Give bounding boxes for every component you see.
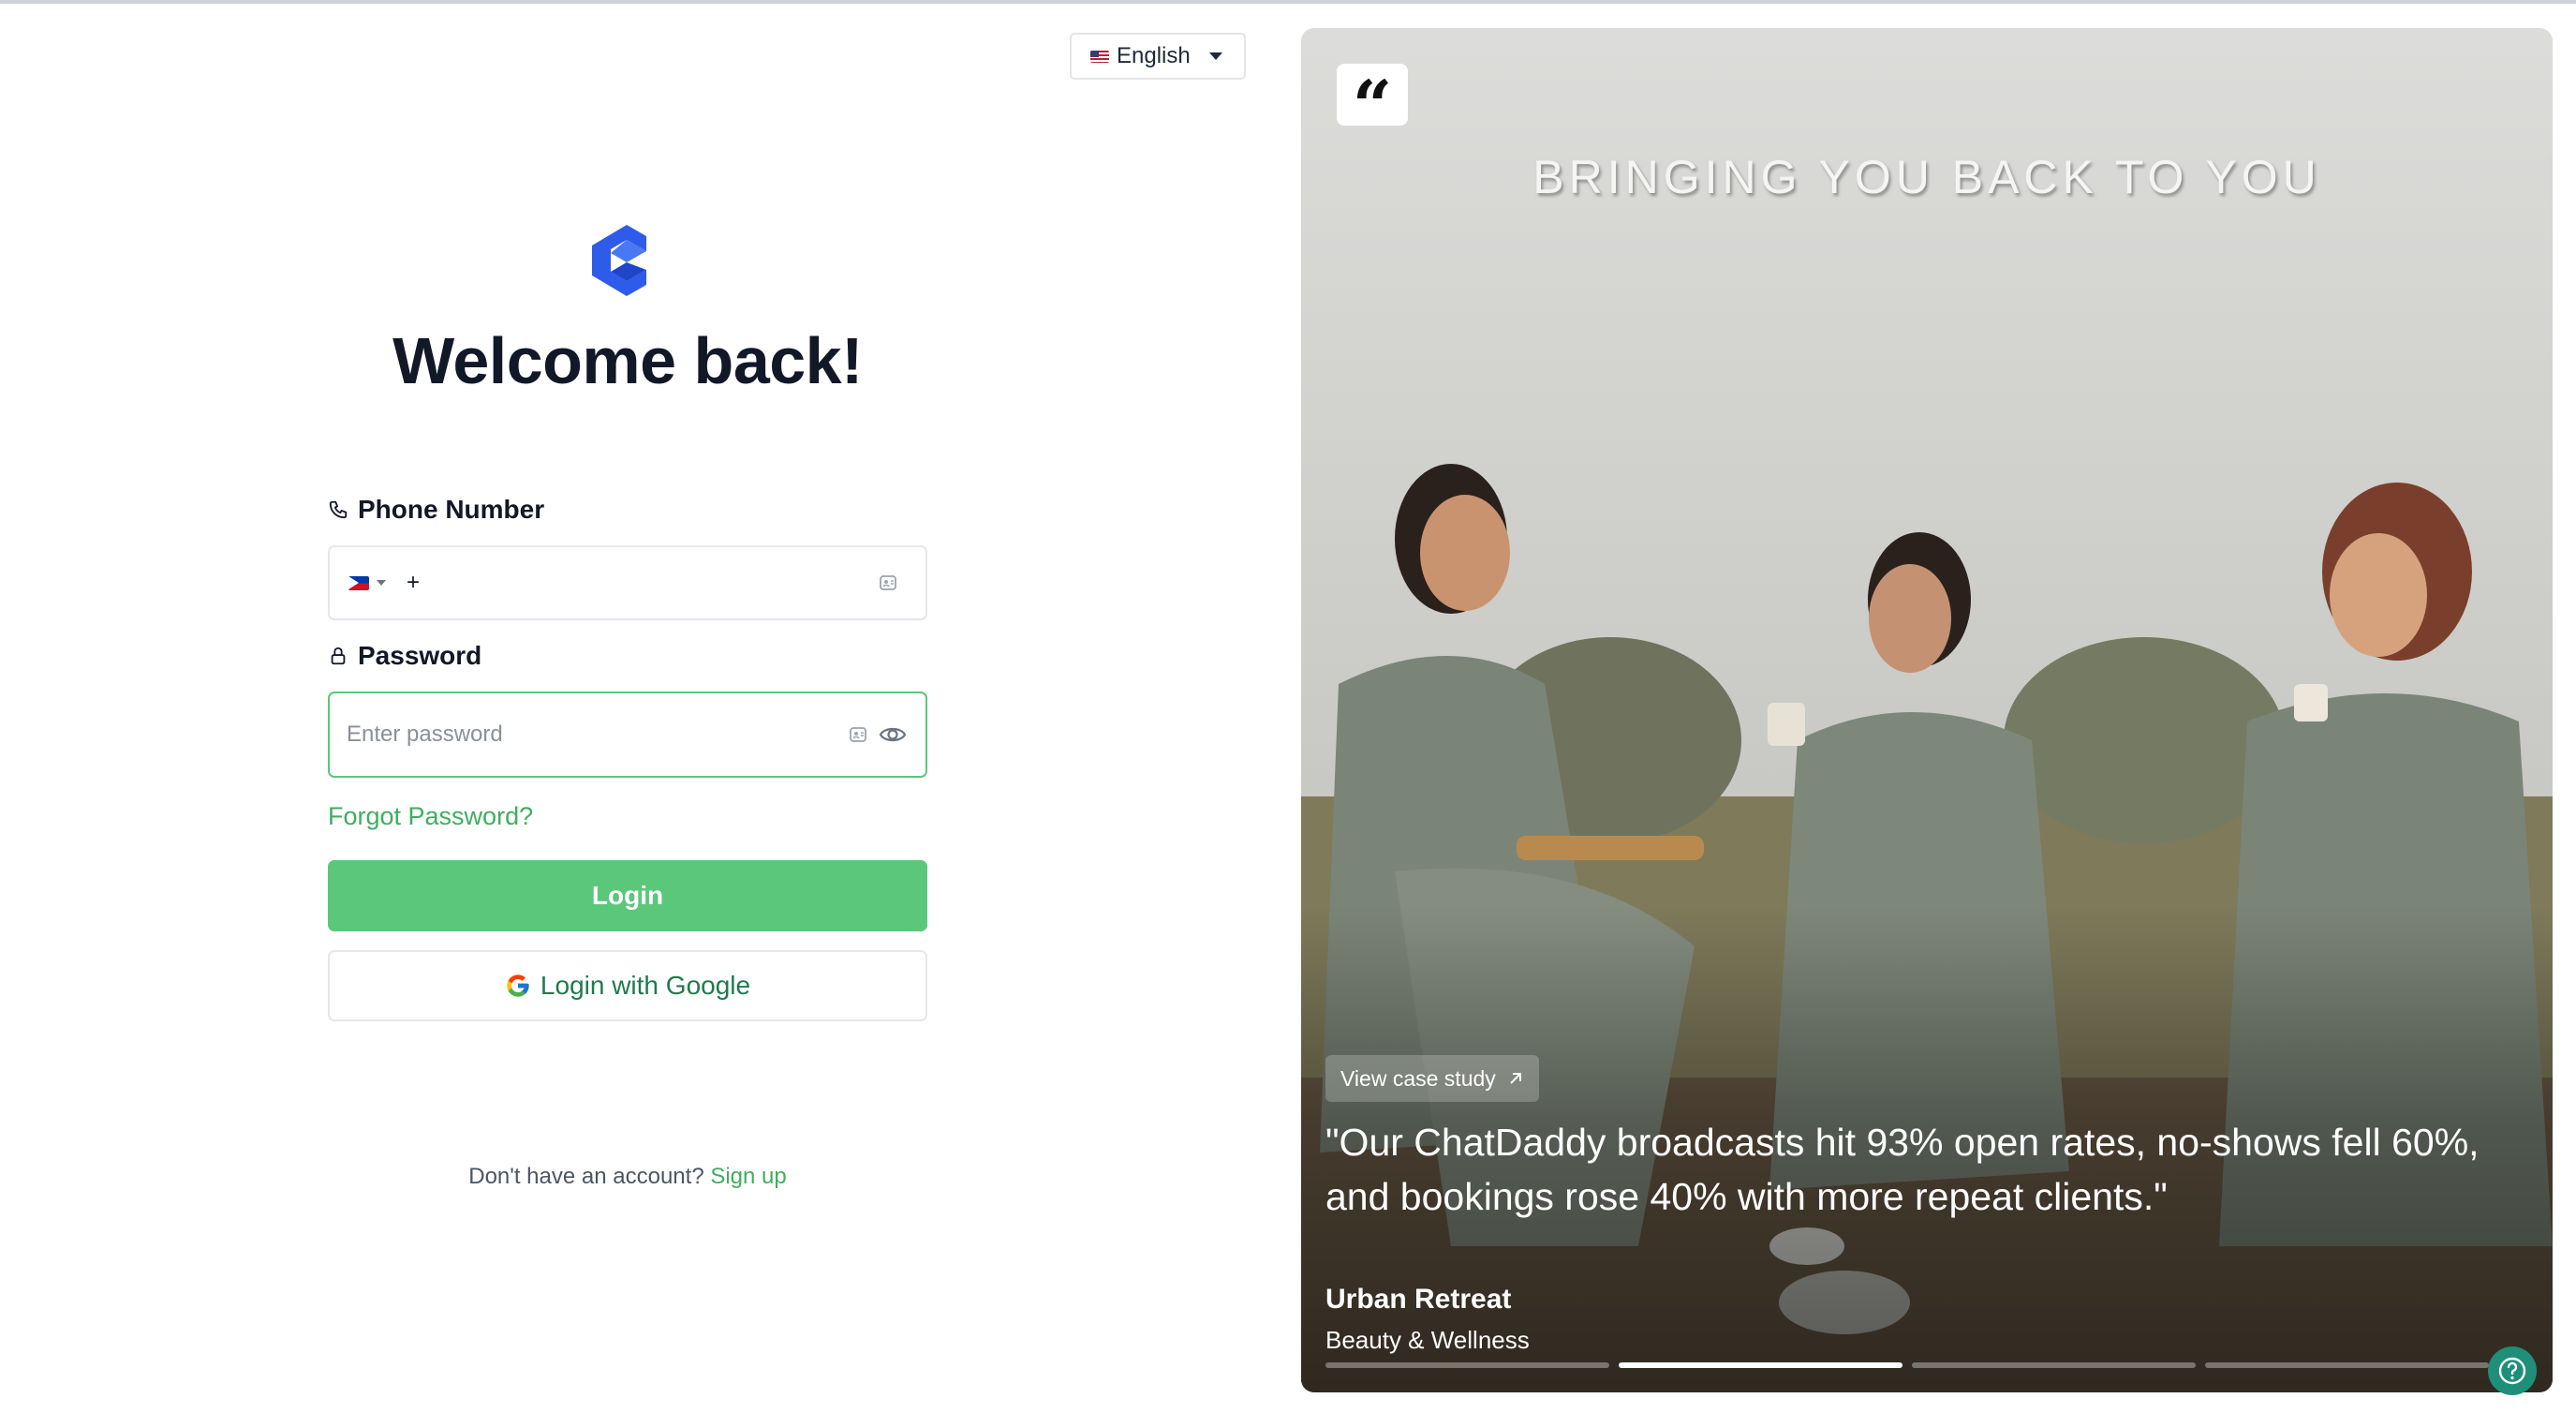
phone-input[interactable]: + (328, 545, 927, 620)
password-label-text: Password (358, 641, 482, 670)
arrow-up-right-icon (1510, 1073, 1521, 1084)
phone-prefix: + (407, 570, 421, 595)
eye-icon[interactable] (879, 721, 907, 748)
google-icon (507, 974, 529, 997)
signup-link[interactable]: Sign up (710, 1164, 786, 1189)
carousel-progress (1325, 1362, 2489, 1368)
page-title: Welcome back! (392, 324, 863, 397)
view-case-study-button[interactable]: View case study (1325, 1055, 1539, 1102)
carousel-slide-indicator[interactable] (1912, 1362, 2196, 1368)
phone-label: Phone Number (328, 495, 544, 525)
password-field[interactable] (328, 692, 927, 778)
carousel-slide-indicator[interactable] (1325, 1362, 1609, 1368)
signup-prompt: Don't have an account? Sign up (328, 1164, 927, 1190)
ph-flag-icon (348, 575, 369, 590)
testimonial-panel: BRINGING YOU BACK TO YOU “ View case stu… (1301, 28, 2553, 1392)
language-selector[interactable]: English (1070, 33, 1246, 80)
country-dropdown-caret-icon[interactable] (377, 580, 386, 586)
testimonial-industry: Beauty & Wellness (1325, 1326, 1530, 1354)
autofill-icon[interactable] (849, 725, 867, 744)
signup-prompt-text: Don't have an account? (468, 1164, 704, 1189)
phone-icon (329, 500, 348, 519)
language-label: English (1117, 43, 1191, 68)
login-button[interactable]: Login (328, 860, 927, 931)
lock-icon (331, 647, 346, 665)
google-login-label: Login with Google (540, 971, 751, 1000)
quote-icon: “ (1337, 64, 1408, 141)
testimonial-quote: "Our ChatDaddy broadcasts hit 93% open r… (1325, 1121, 2480, 1218)
carousel-slide-indicator[interactable] (2205, 1362, 2489, 1368)
chatdaddy-logo (592, 225, 646, 296)
us-flag-icon (1090, 50, 1109, 63)
phone-label-text: Phone Number (358, 495, 545, 524)
google-login-button[interactable]: Login with Google (328, 950, 927, 1021)
password-input[interactable] (347, 721, 796, 748)
top-border (0, 0, 2576, 4)
help-button[interactable] (2488, 1346, 2537, 1395)
password-label: Password (328, 641, 481, 671)
wall-signage-text: BRINGING YOU BACK TO YOU (1532, 151, 2321, 203)
forgot-password-link[interactable]: Forgot Password? (328, 802, 533, 831)
help-icon (2498, 1357, 2526, 1385)
view-case-study-label: View case study (1340, 1065, 1496, 1091)
chevron-down-icon (1208, 52, 1222, 60)
carousel-slide-indicator[interactable] (1619, 1362, 1902, 1368)
autofill-icon[interactable] (879, 573, 897, 592)
testimonial-company: Urban Retreat (1325, 1284, 1512, 1315)
